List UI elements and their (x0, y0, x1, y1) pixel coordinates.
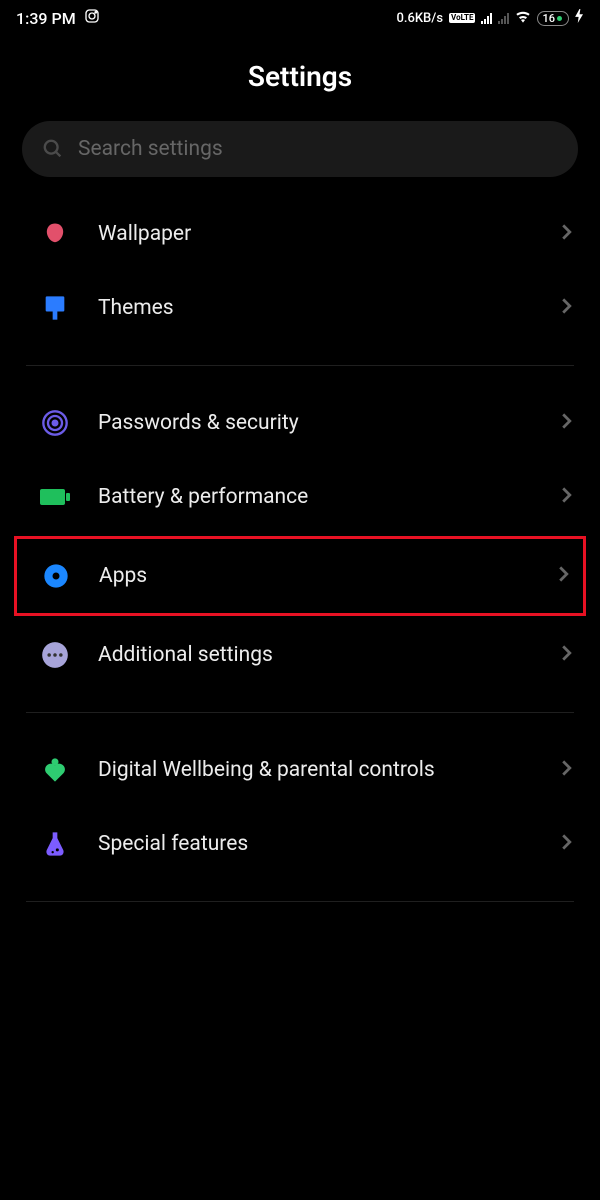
chevron-right-icon (561, 833, 572, 855)
status-time: 1:39 PM (16, 9, 76, 28)
settings-item-label: Apps (99, 562, 530, 590)
settings-item-special-features[interactable]: Special features (4, 807, 596, 881)
signal-icon (481, 12, 492, 24)
divider (26, 365, 574, 366)
fingerprint-icon (40, 408, 70, 438)
settings-item-additional-settings[interactable]: Additional settings (4, 618, 596, 692)
settings-item-label: Digital Wellbeing & parental controls (98, 756, 533, 784)
status-bar: 1:39 PM 0.6KB/s VoLTE 16 (0, 0, 600, 36)
settings-item-label: Additional settings (98, 641, 533, 669)
settings-item-themes[interactable]: Themes (4, 271, 596, 345)
settings-item-label: Passwords & security (98, 409, 533, 437)
gear-icon (41, 561, 71, 591)
settings-item-label: Wallpaper (98, 220, 533, 248)
search-placeholder: Search settings (78, 137, 223, 161)
themes-icon (40, 293, 70, 323)
chevron-right-icon (561, 412, 572, 434)
flask-icon (40, 829, 70, 859)
dots-icon (40, 640, 70, 670)
battery-indicator: 16 (537, 11, 569, 26)
chevron-right-icon (561, 759, 572, 781)
volte-badge: VoLTE (449, 13, 475, 23)
wallpaper-icon (40, 219, 70, 249)
charging-icon (575, 9, 584, 27)
page-title: Settings (0, 36, 600, 121)
divider (26, 712, 574, 713)
chevron-right-icon (561, 223, 572, 245)
settings-item-passwords-security[interactable]: Passwords & security (4, 386, 596, 460)
settings-item-wallpaper[interactable]: Wallpaper (4, 197, 596, 271)
data-rate: 0.6KB/s (396, 11, 443, 26)
chevron-right-icon (558, 565, 569, 587)
settings-item-label: Special features (98, 830, 533, 858)
settings-item-battery-performance[interactable]: Battery & performance (4, 460, 596, 534)
chevron-right-icon (561, 644, 572, 666)
chevron-right-icon (561, 297, 572, 319)
battery-icon (40, 482, 70, 512)
wellbeing-icon (40, 755, 70, 785)
wifi-icon (515, 9, 531, 27)
settings-list: Wallpaper Themes Passwords & security Ba… (0, 197, 600, 902)
settings-item-label: Battery & performance (98, 483, 533, 511)
signal-icon-secondary (498, 12, 509, 24)
search-icon (42, 138, 64, 160)
chevron-right-icon (561, 486, 572, 508)
divider (26, 901, 574, 902)
settings-item-apps[interactable]: Apps (14, 536, 586, 616)
settings-item-digital-wellbeing[interactable]: Digital Wellbeing & parental controls (4, 733, 596, 807)
settings-item-label: Themes (98, 294, 533, 322)
instagram-icon (84, 8, 100, 28)
search-input[interactable]: Search settings (22, 121, 578, 177)
